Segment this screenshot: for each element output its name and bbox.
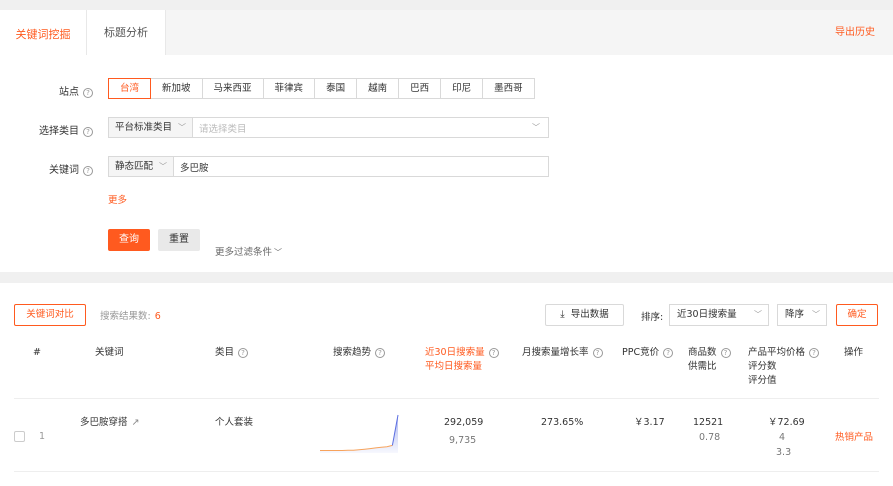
row-keyword[interactable]: 多巴胺穿搭 ↗ bbox=[80, 416, 139, 430]
row-product-count: 12521 bbox=[693, 417, 724, 428]
row-growth: 273.65% bbox=[541, 417, 584, 428]
col-ppc[interactable]: PPC竞价? bbox=[622, 346, 674, 360]
col-product-count[interactable]: 商品数? 供需比 bbox=[688, 346, 731, 374]
category-select[interactable]: 平台标准类目 ﹀ 请选择类目 ﹀ bbox=[108, 117, 549, 138]
row-search-30d: 292,059 bbox=[444, 417, 484, 428]
export-history-link[interactable]: 导出历史 bbox=[835, 10, 875, 55]
reset-button[interactable]: 重置 bbox=[158, 229, 200, 251]
more-link[interactable]: 更多 bbox=[108, 192, 127, 206]
site-selector: 台湾 新加坡 马来西亚 菲律宾 泰国 越南 巴西 印尼 墨西哥 bbox=[108, 78, 535, 99]
help-icon[interactable]: ? bbox=[488, 348, 499, 358]
site-option-brazil[interactable]: 巴西 bbox=[398, 78, 442, 99]
site-option-thailand[interactable]: 泰国 bbox=[314, 78, 358, 99]
help-icon[interactable]: ? bbox=[592, 348, 603, 358]
tab-title-analysis[interactable]: 标题分析 bbox=[86, 10, 166, 55]
site-option-vietnam[interactable]: 越南 bbox=[356, 78, 400, 99]
keyword-label: 关键词? bbox=[5, 161, 93, 176]
trend-sparkline bbox=[320, 414, 399, 453]
site-option-philippines[interactable]: 菲律宾 bbox=[262, 78, 316, 99]
sort-field-select[interactable]: 近30日搜索量 ﹀ bbox=[669, 304, 769, 326]
category-label: 选择类目? bbox=[5, 122, 93, 137]
tab-keyword-mining[interactable]: 关键词挖掘 bbox=[0, 10, 86, 55]
divider bbox=[14, 398, 879, 399]
sort-order-select[interactable]: 降序 ﹀ bbox=[777, 304, 827, 326]
hot-products-link[interactable]: 热销产品 bbox=[835, 431, 873, 445]
help-icon[interactable]: ? bbox=[83, 166, 93, 176]
col-keyword: 关键词 bbox=[95, 347, 124, 358]
trend-area bbox=[320, 415, 398, 453]
help-icon[interactable]: ? bbox=[83, 127, 93, 137]
help-icon[interactable]: ? bbox=[720, 348, 731, 358]
keyword-input-group: 静态匹配 ﹀ 多巴胺 bbox=[108, 156, 549, 177]
chevron-down-icon: ﹀ bbox=[812, 310, 820, 319]
row-category: 个人套装 bbox=[215, 417, 254, 428]
result-count: 搜索结果数: 6 bbox=[100, 311, 161, 322]
chevron-down-icon: ﹀ bbox=[274, 248, 283, 257]
col-action: 操作 bbox=[844, 347, 864, 358]
col-search-volume[interactable]: 近30日搜索量? 平均日搜索量 bbox=[425, 346, 499, 374]
site-option-singapore[interactable]: 新加坡 bbox=[150, 78, 203, 99]
category-type-dropdown[interactable]: 平台标准类目 ﹀ bbox=[109, 118, 194, 137]
more-filters-toggle[interactable]: 更多过滤条件 ﹀ bbox=[215, 244, 282, 258]
site-option-indonesia[interactable]: 印尼 bbox=[440, 78, 484, 99]
download-icon: ⤓ bbox=[560, 309, 565, 320]
row-avg-price: ￥72.69 bbox=[768, 417, 805, 428]
match-type-dropdown[interactable]: 静态匹配 ﹀ bbox=[109, 157, 175, 176]
tab-bar: 关键词挖掘 标题分析 导出历史 bbox=[0, 10, 893, 55]
row-rating: 3.3 bbox=[776, 447, 792, 458]
help-icon[interactable]: ? bbox=[238, 348, 249, 358]
row-ppc: ￥3.17 bbox=[634, 417, 665, 428]
results-panel: 关键词对比 搜索结果数: 6 ⤓ 导出数据 排序: 近30日搜索量 ﹀ 降序 ﹀ 确定 … bbox=[0, 283, 893, 486]
col-category: 类目? bbox=[215, 346, 249, 360]
help-icon[interactable]: ? bbox=[663, 348, 674, 358]
row-search-daily: 9,735 bbox=[449, 435, 477, 446]
external-link-icon[interactable]: ↗ bbox=[132, 417, 140, 428]
confirm-button[interactable]: 确定 bbox=[836, 304, 878, 326]
col-avg-price[interactable]: 产品平均价格? 评分数 评分值 bbox=[748, 346, 820, 388]
query-button[interactable]: 查询 bbox=[108, 229, 150, 251]
chevron-down-icon: ﹀ bbox=[754, 310, 762, 319]
keyword-compare-button[interactable]: 关键词对比 bbox=[14, 304, 86, 326]
col-growth[interactable]: 月搜索量增长率? bbox=[522, 346, 603, 360]
chevron-down-icon: ﹀ bbox=[159, 162, 168, 171]
site-option-mexico[interactable]: 墨西哥 bbox=[482, 78, 535, 99]
col-index: # bbox=[33, 347, 41, 358]
help-icon[interactable]: ? bbox=[83, 88, 93, 98]
site-label: 站点? bbox=[5, 83, 93, 98]
search-panel: 关键词挖掘 标题分析 导出历史 站点? 台湾 新加坡 马来西亚 菲律宾 泰国 越… bbox=[0, 10, 893, 272]
row-rating-count: 4 bbox=[779, 432, 786, 443]
row-supply-ratio: 0.78 bbox=[699, 432, 721, 443]
export-data-button[interactable]: ⤓ 导出数据 bbox=[545, 304, 624, 326]
site-option-malaysia[interactable]: 马来西亚 bbox=[201, 78, 264, 99]
help-icon[interactable]: ? bbox=[375, 348, 386, 358]
col-trend[interactable]: 搜索趋势? bbox=[333, 346, 386, 360]
row-checkbox[interactable] bbox=[14, 431, 25, 442]
divider bbox=[14, 471, 879, 472]
sort-label: 排序: bbox=[641, 312, 664, 323]
chevron-down-icon: ﹀ bbox=[178, 123, 187, 132]
keyword-input[interactable]: 多巴胺 bbox=[174, 160, 548, 174]
help-icon[interactable]: ? bbox=[809, 348, 820, 358]
chevron-down-icon: ﹀ bbox=[532, 123, 540, 132]
category-placeholder: 请选择类目 bbox=[199, 123, 247, 135]
site-option-taiwan[interactable]: 台湾 bbox=[108, 78, 152, 99]
row-index: 1 bbox=[39, 431, 46, 442]
